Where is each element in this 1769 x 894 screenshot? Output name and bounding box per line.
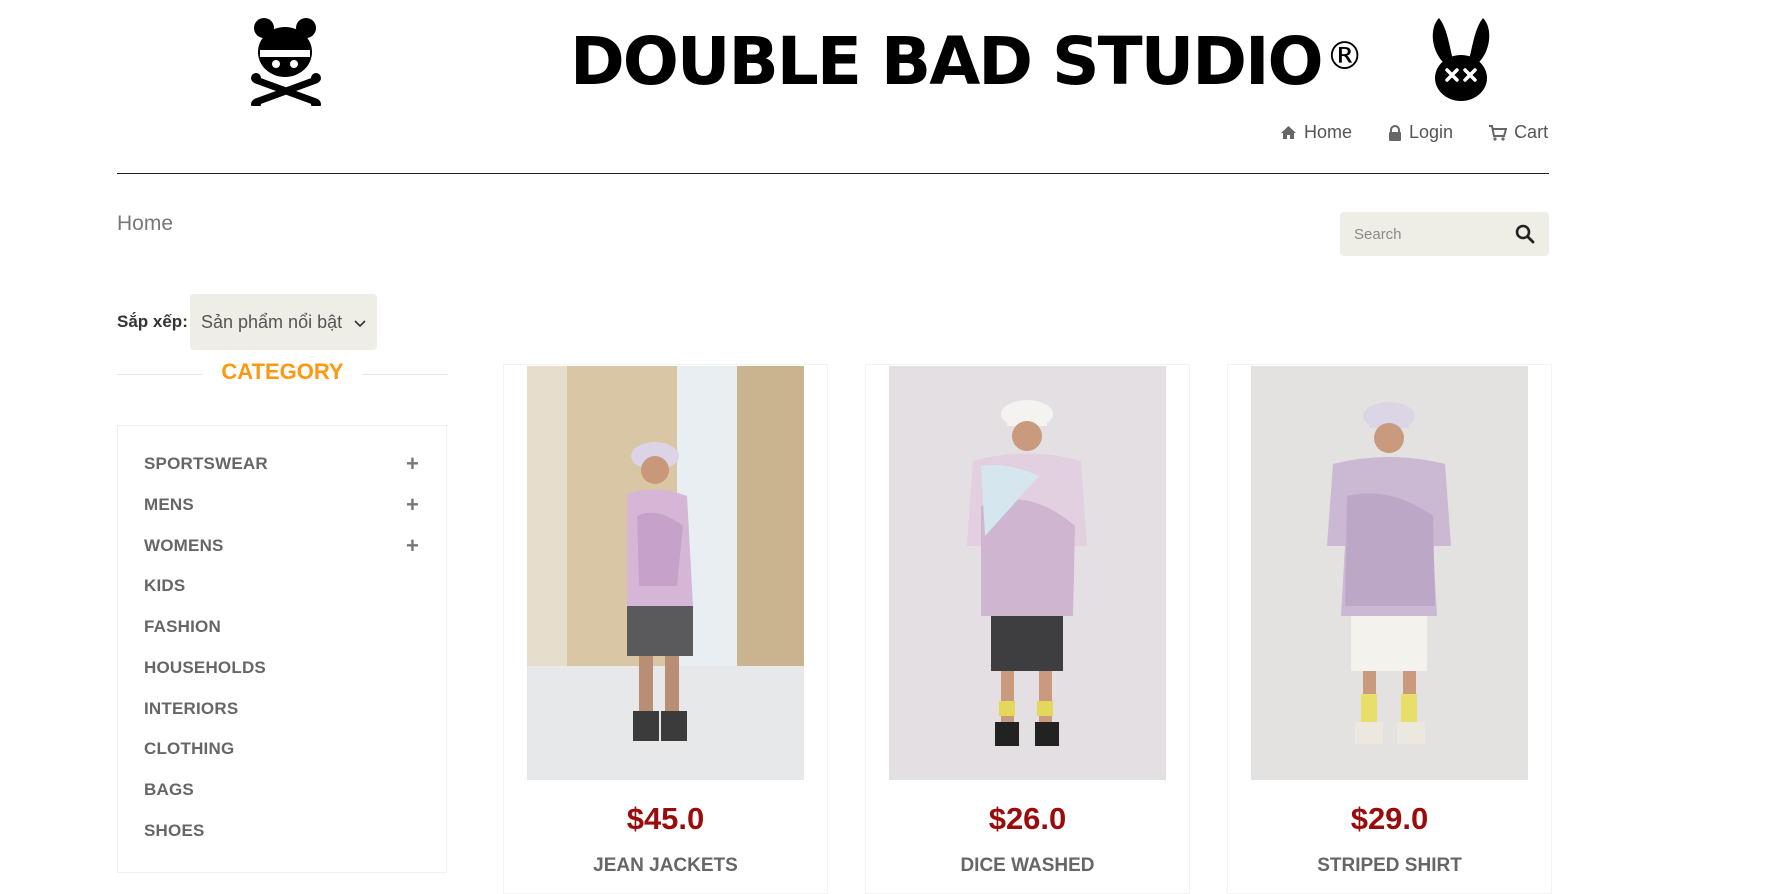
plus-icon[interactable]: + <box>406 535 419 557</box>
category-item-label: MENS <box>144 495 194 514</box>
category-item-label: CLOTHING <box>144 739 235 758</box>
category-item-label: FASHION <box>144 617 221 636</box>
category-item-label: BAGS <box>144 780 194 799</box>
product-name[interactable]: DICE WASHED <box>866 855 1189 877</box>
breadcrumb[interactable]: Home <box>117 212 173 236</box>
top-nav: Home Login Cart <box>1280 122 1548 143</box>
nav-login[interactable]: Login <box>1388 122 1453 143</box>
category-item-fashion[interactable]: FASHION <box>144 617 419 637</box>
search-input[interactable] <box>1340 212 1500 256</box>
product-image[interactable] <box>527 366 804 780</box>
category-divider-left <box>117 374 202 375</box>
category-item-sportswear[interactable]: SPORTSWEAR + <box>144 453 419 475</box>
sort-select[interactable]: Sản phẩm nổi bật <box>190 294 377 350</box>
category-item-kids[interactable]: KIDS <box>144 576 419 596</box>
sort-label: Sắp xếp: <box>117 312 188 331</box>
category-item-label: HOUSEHOLDS <box>144 658 266 677</box>
plus-icon[interactable]: + <box>406 453 419 475</box>
registered-mark: ® <box>1325 34 1364 78</box>
product-name[interactable]: JEAN JACKETS <box>504 855 827 877</box>
product-card[interactable]: $29.0 STRIPED SHIRT <box>1227 364 1552 894</box>
category-item-label: SHOES <box>144 821 205 840</box>
category-item-label: SPORTSWEAR <box>144 454 268 473</box>
product-image[interactable] <box>1251 366 1528 780</box>
category-item-mens[interactable]: MENS + <box>144 494 419 516</box>
category-item-interiors[interactable]: INTERIORS <box>144 699 419 719</box>
nav-home[interactable]: Home <box>1280 122 1352 143</box>
brand-title: DOUBLE BAD STUDIO ® <box>570 23 1364 100</box>
bunny-logo <box>1425 14 1497 102</box>
search-box <box>1340 212 1549 256</box>
product-card[interactable]: $45.0 JEAN JACKETS <box>503 364 828 894</box>
category-item-clothing[interactable]: CLOTHING <box>144 739 419 759</box>
header-divider <box>117 173 1549 174</box>
product-price: $45.0 <box>626 801 705 836</box>
category-title: CATEGORY <box>221 359 344 384</box>
nav-login-label: Login <box>1409 122 1454 142</box>
category-item-label: INTERIORS <box>144 699 239 718</box>
product-price: $29.0 <box>1350 801 1429 836</box>
chevron-down-icon <box>354 312 366 333</box>
sort-selected-value: Sản phẩm nổi bật <box>201 311 343 332</box>
search-icon[interactable] <box>1515 224 1535 244</box>
nav-home-label: Home <box>1304 122 1353 142</box>
cart-icon <box>1489 124 1508 141</box>
product-card[interactable]: $26.0 DICE WASHED <box>865 364 1190 894</box>
product-image[interactable] <box>889 366 1166 780</box>
lock-icon <box>1388 124 1402 141</box>
home-icon <box>1280 125 1297 140</box>
category-item-shoes[interactable]: SHOES <box>144 821 419 841</box>
nav-cart-label: Cart <box>1514 122 1549 142</box>
category-item-label: KIDS <box>144 576 186 595</box>
category-item-label: WOMENS <box>144 536 224 555</box>
nav-cart[interactable]: Cart <box>1489 122 1548 143</box>
plus-icon[interactable]: + <box>406 494 419 516</box>
category-item-households[interactable]: HOUSEHOLDS <box>144 658 419 678</box>
category-divider-right <box>362 374 447 375</box>
category-panel: SPORTSWEAR + MENS + WOMENS + KIDS FASHIO… <box>117 425 447 873</box>
category-item-womens[interactable]: WOMENS + <box>144 535 419 557</box>
product-price: $26.0 <box>988 801 1067 836</box>
bear-skull-logo <box>250 14 330 109</box>
product-name[interactable]: STRIPED SHIRT <box>1228 855 1551 877</box>
category-item-bags[interactable]: BAGS <box>144 780 419 800</box>
